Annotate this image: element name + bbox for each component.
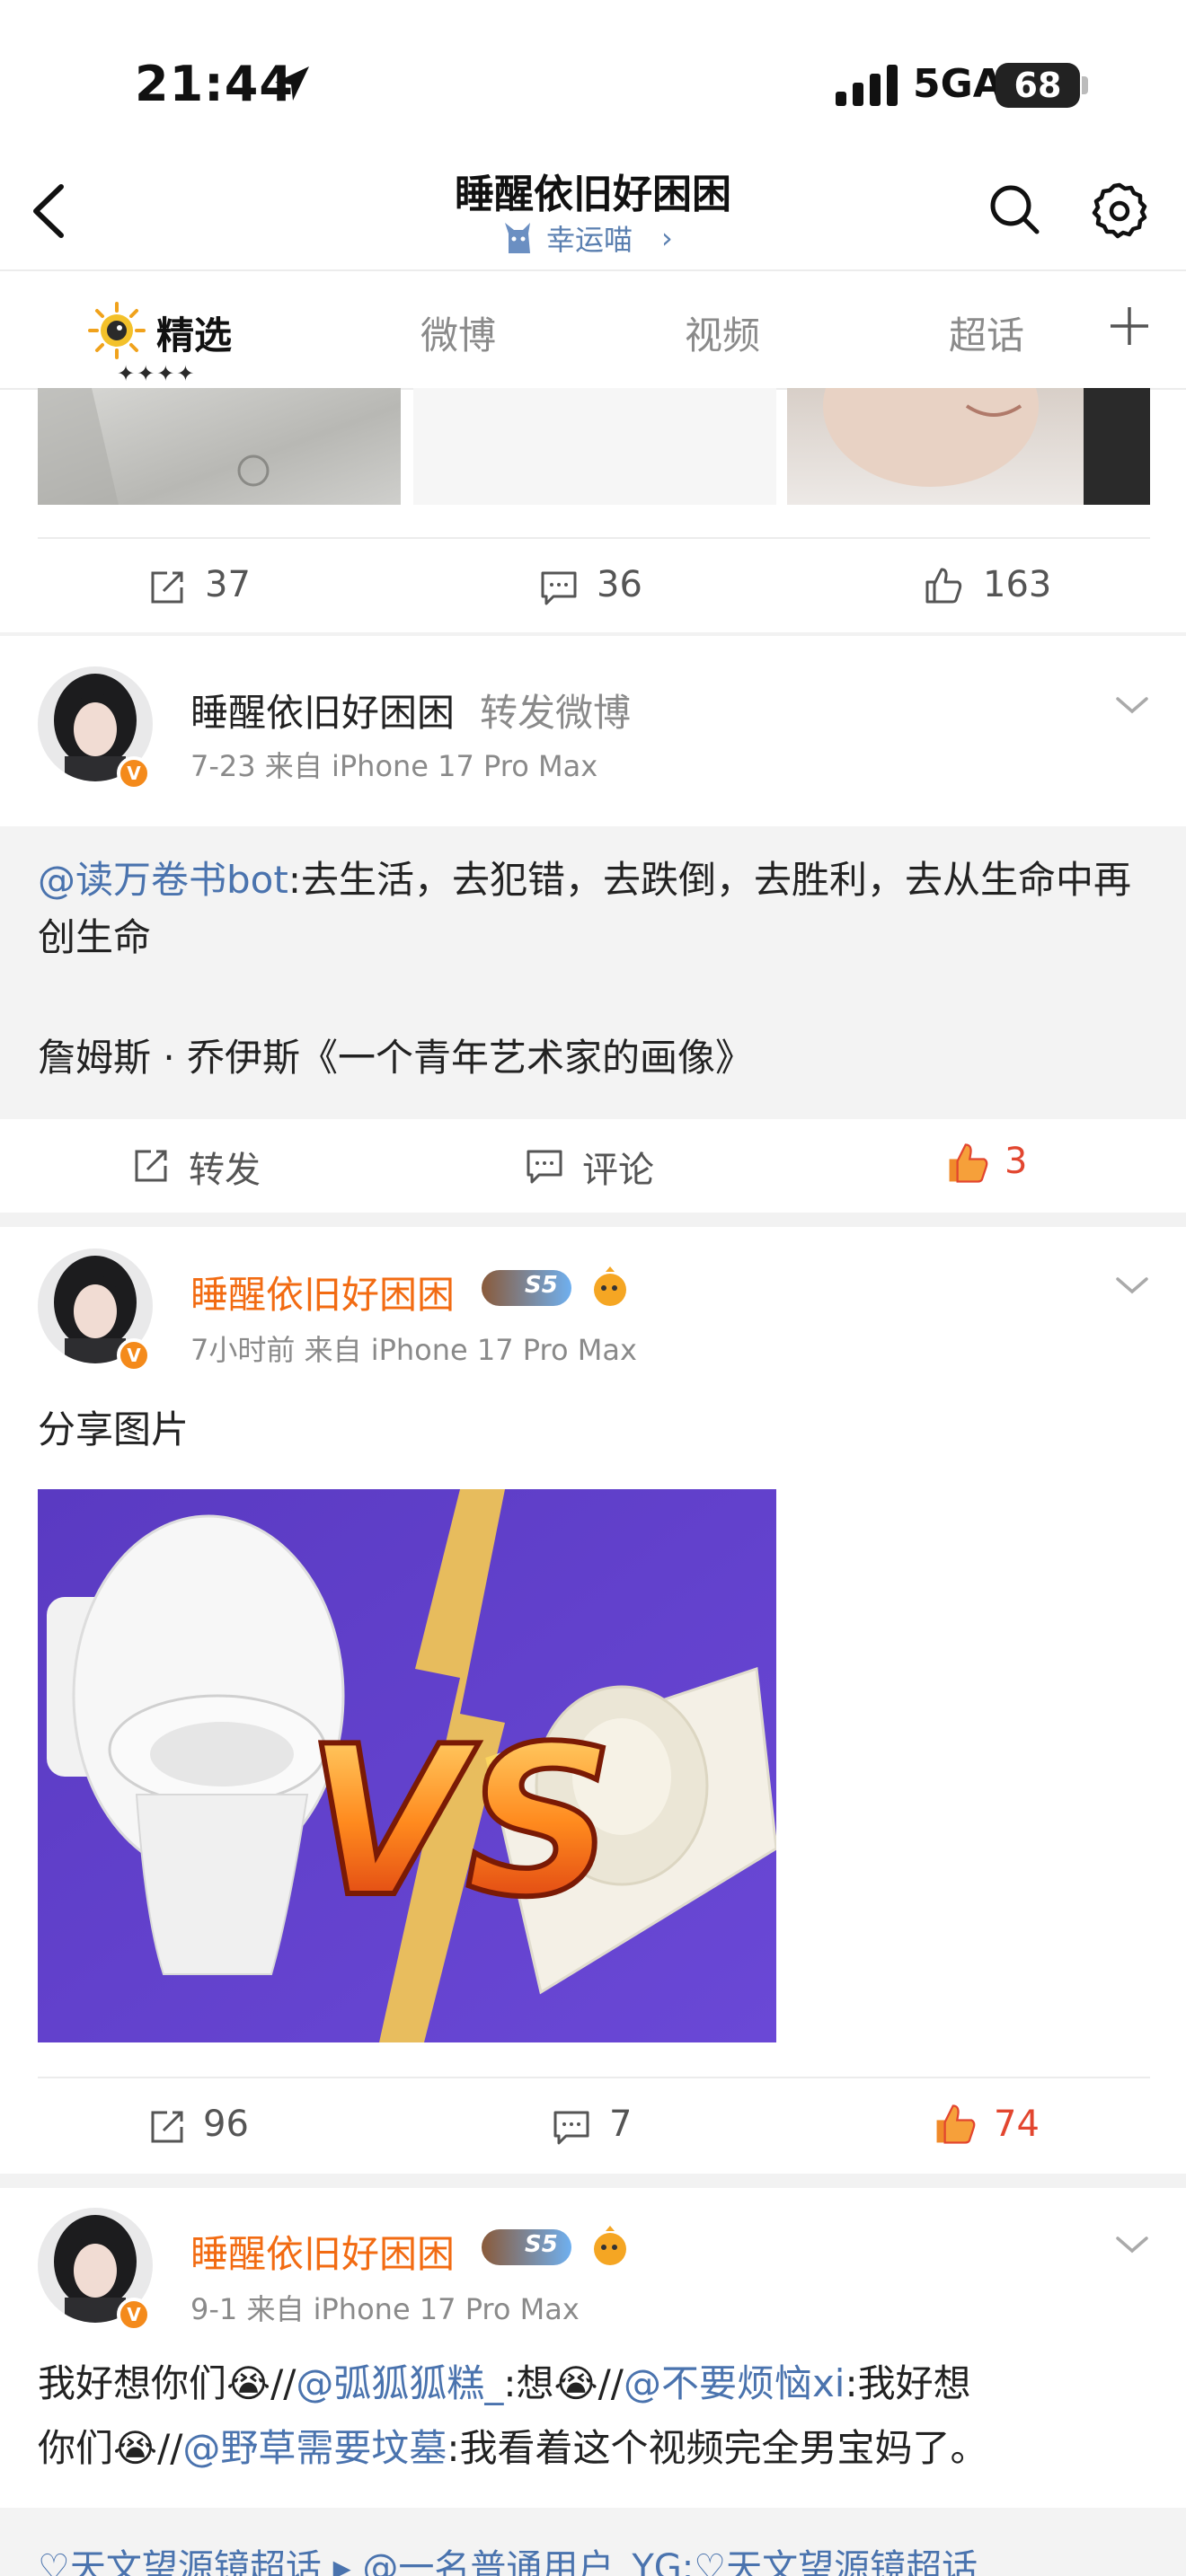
tab-video[interactable]: 视频 (685, 305, 760, 360)
verified-badge: V (117, 2298, 151, 2332)
post1-username[interactable]: 睡醒依旧好困困 (190, 683, 455, 737)
text-span: :我看着这个视频完全男宝妈了。 (447, 2426, 988, 2470)
location-arrow-icon (275, 66, 309, 101)
page-title: 睡醒依旧好困困 (455, 172, 731, 217)
repost-icon[interactable] (147, 568, 187, 607)
chevron-down-icon[interactable] (1112, 2231, 1152, 2258)
comment-count[interactable]: 36 (597, 564, 642, 605)
gear-icon[interactable] (1091, 181, 1148, 239)
post-separator (0, 632, 1186, 636)
text-span: :想😭// (503, 2361, 624, 2405)
vip-level: S5 (525, 1272, 558, 1299)
like-filled-icon[interactable] (933, 2102, 978, 2147)
post-photo-1[interactable] (38, 388, 401, 505)
post-separator (0, 2174, 1186, 2188)
vs-text: VS (305, 1703, 615, 1943)
vip-level-badge: S5 (482, 2229, 571, 2265)
subtitle-label: 幸运喵 (546, 223, 633, 257)
post3-footer-text[interactable]: ♡天文望源镜超话 ▸ @一名普通用户_YG:♡天文望源镜超话 (38, 2538, 978, 2576)
verified-badge: V (117, 756, 151, 790)
search-icon[interactable] (987, 181, 1042, 237)
battery-level: 68 (1013, 66, 1062, 105)
mention-link[interactable]: @野草需要坟墓 (182, 2426, 447, 2470)
post2-meta: 7小时前 来自 iPhone 17 Pro Max (190, 1333, 637, 1367)
post1-meta: 7-23 来自 iPhone 17 Pro Max (190, 749, 598, 783)
post3-meta: 9-1 来自 iPhone 17 Pro Max (190, 2292, 580, 2326)
post3-text-line2: 你们😭//@野草需要坟墓:我看着这个视频完全男宝妈了。 (38, 2420, 988, 2477)
post2-text: 分享图片 (38, 1407, 190, 1451)
network-type: 5GA (913, 61, 1004, 107)
repost-count[interactable]: 37 (205, 564, 251, 605)
post3-username[interactable]: 睡醒依旧好困困 (190, 2224, 455, 2279)
tab-weibo[interactable]: 微博 (420, 305, 496, 360)
chevron-right-icon: › (661, 221, 673, 255)
post1-quote-text: @读万卷书bot:去生活，去犯错，去跌倒，去胜利，去从生命中再创生命 (38, 851, 1152, 966)
text-span: 你们😭// (38, 2426, 183, 2470)
text-span: :我好想 (845, 2361, 971, 2405)
battery-cap (1082, 76, 1088, 94)
verified-badge: V (117, 1338, 151, 1372)
post2-comment-count[interactable]: 7 (609, 2104, 632, 2145)
like-filled-icon[interactable] (945, 1141, 990, 1186)
post3-quote-box[interactable]: ♡天文望源镜超话 ▸ @一名普通用户_YG:♡天文望源镜超话 (0, 2508, 1186, 2576)
fan-badge-icon (594, 1266, 626, 1306)
post3-text-line1: 我好想你们😭//@弧狐狐糕_:想😭//@不要烦恼xi:我好想 (38, 2355, 971, 2413)
tab-featured-stars: ✦✦✦✦ (117, 361, 197, 386)
post2-like-count[interactable]: 74 (994, 2104, 1040, 2145)
repost-icon[interactable] (131, 1146, 171, 1186)
add-tab-icon[interactable] (1107, 304, 1152, 348)
post0-divider (38, 537, 1150, 539)
mention-link[interactable]: @不要烦恼xi (624, 2361, 845, 2405)
comment-icon[interactable] (525, 1146, 564, 1186)
post-photo-3[interactable] (787, 388, 1150, 505)
post-photo-2[interactable] (413, 388, 776, 505)
back-chevron-icon[interactable] (27, 180, 72, 243)
comment-icon[interactable] (539, 568, 579, 607)
text-span: 我好想你们😭// (38, 2361, 296, 2405)
cat-icon (505, 223, 530, 253)
repost-label[interactable]: 转发 (189, 1141, 261, 1193)
post2-divider (38, 2077, 1150, 2078)
post1-source: 詹姆斯 · 乔伊斯《一个青年艺术家的画像》 (38, 1036, 754, 1080)
featured-eye-icon (88, 302, 146, 359)
chevron-down-icon[interactable] (1112, 692, 1152, 719)
repost-icon[interactable] (147, 2107, 187, 2147)
lucky-cat-link[interactable]: 幸运喵 › (503, 217, 683, 257)
tab-supertopic[interactable]: 超话 (949, 305, 1024, 360)
nav-divider (0, 269, 1186, 271)
cellular-signal-icon (836, 65, 898, 106)
like-count[interactable]: 163 (983, 564, 1051, 605)
chevron-down-icon[interactable] (1112, 1272, 1152, 1299)
post2-image[interactable]: VS (38, 1489, 776, 2042)
fan-badge-icon (594, 2226, 626, 2265)
comment-icon[interactable] (552, 2107, 591, 2147)
vip-level: S5 (525, 2231, 558, 2258)
post1-mention[interactable]: @读万卷书bot (38, 858, 288, 902)
post2-username[interactable]: 睡醒依旧好困困 (190, 1265, 455, 1319)
like-icon[interactable] (924, 566, 963, 605)
comment-label[interactable]: 评论 (582, 1141, 654, 1193)
post2-repost-count[interactable]: 96 (203, 2104, 249, 2145)
vip-level-badge: S5 (482, 1270, 571, 1306)
post1-action: 转发微博 (480, 691, 632, 735)
post1-like-count[interactable]: 3 (1005, 1141, 1027, 1182)
mention-link[interactable]: @弧狐狐糕_ (296, 2361, 503, 2405)
post-separator (0, 1213, 1186, 1227)
tab-featured[interactable]: 精选 (156, 305, 232, 360)
